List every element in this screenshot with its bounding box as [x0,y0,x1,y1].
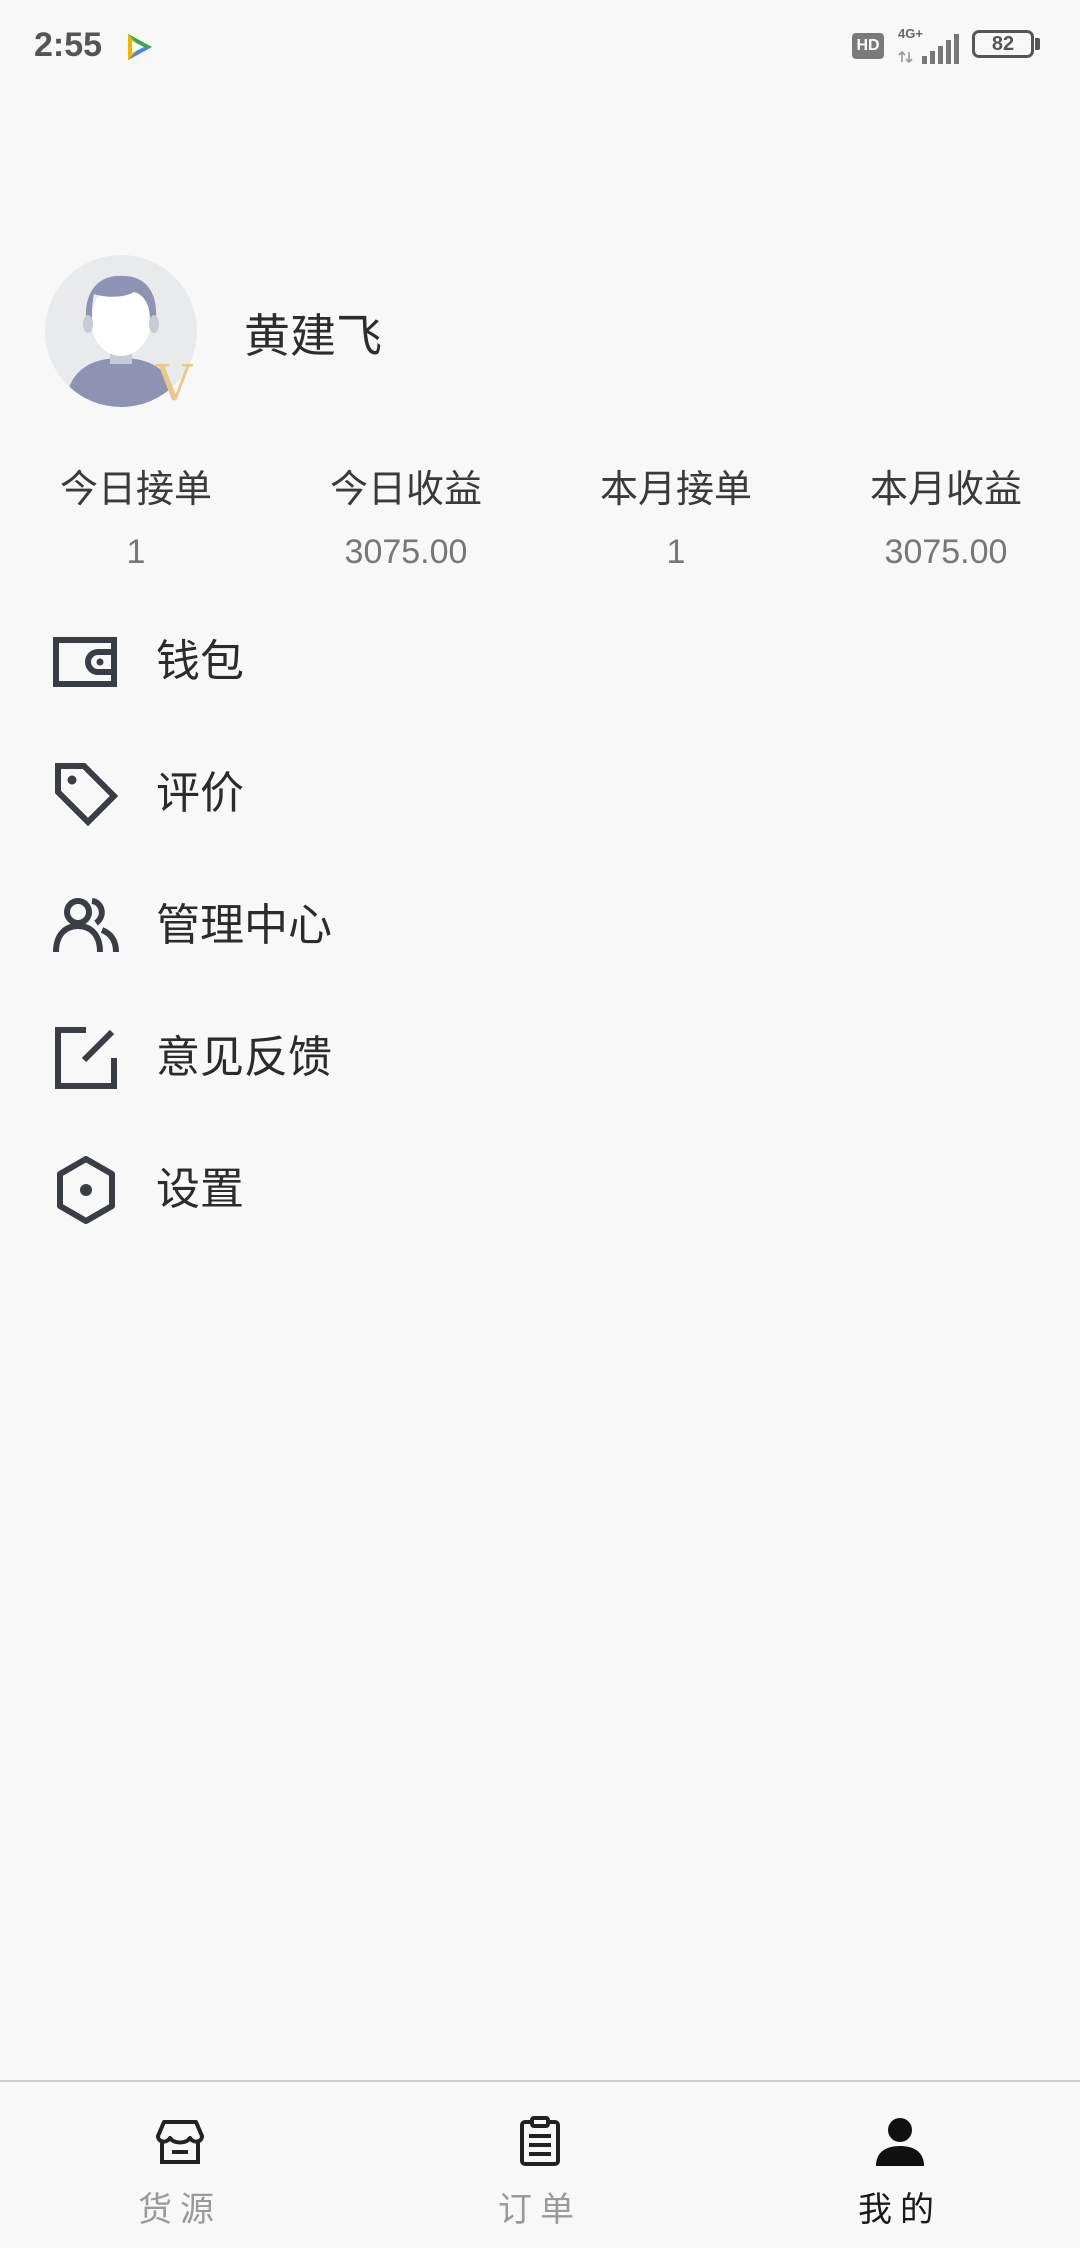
nav-tab-orders[interactable]: 订单 [440,2082,640,2248]
stat-value: 1 [126,533,146,571]
stat-label: 本月接单 [599,467,752,511]
person-icon [876,2118,924,2166]
nav-tab-label: 我的 [858,2190,942,2230]
nav-tab-label: 货源 [138,2190,222,2230]
stat-label: 本月收益 [869,467,1022,511]
nav-tab-goods[interactable]: 货源 [80,2082,280,2248]
status-time: 2:55 [34,26,103,64]
menu-item-feedback[interactable]: 意见反馈 [0,990,1080,1122]
menu-item-management-center[interactable]: 管理中心 [0,858,1080,990]
clipboard-icon [520,2116,560,2166]
stat-value: 3075.00 [344,533,468,571]
menu-item-label: 管理中心 [156,900,332,951]
hd-icon: HD [852,33,884,59]
stat-today-orders[interactable]: 今日接单 1 [26,462,246,574]
video-app-icon [128,34,152,60]
bottom-nav: 货源 订单 我的 [0,2080,1080,2248]
users-icon [53,898,119,953]
store-icon [156,2120,204,2164]
edit-icon [55,1027,117,1089]
network-type-label: 4G+ [898,26,923,41]
stat-value: 1 [666,533,686,571]
signal-icon: 4G+ [898,26,959,64]
battery-tip [1035,38,1040,50]
menu-item-wallet[interactable]: 钱包 [0,594,1080,726]
menu-item-settings[interactable]: 设置 [0,1122,1080,1254]
status-bar: 2:55 HD 4G+ 82 [0,0,1080,96]
stat-label: 今日收益 [329,467,482,511]
menu-item-label: 钱包 [156,636,244,687]
battery-level: 82 [972,30,1034,58]
menu-item-label: 意见反馈 [156,1032,332,1083]
avatar-badge: V [155,354,193,408]
menu-item-reviews[interactable]: 评价 [0,726,1080,858]
wallet-icon [53,637,117,687]
battery-icon: 82 [972,30,1040,62]
stat-month-earnings[interactable]: 本月收益 3075.00 [836,462,1056,574]
menu-item-label: 评价 [156,768,244,819]
stats-row: 今日接单 1 今日收益 3075.00 本月接单 1 本月收益 3075.00 [0,462,1080,582]
avatar[interactable]: V [44,254,198,408]
profile-name: 黄建飞 [244,309,382,363]
stat-label: 今日接单 [59,467,212,511]
stat-month-orders[interactable]: 本月接单 1 [566,462,786,574]
stat-today-earnings[interactable]: 今日收益 3075.00 [296,462,516,574]
menu-item-label: 设置 [156,1164,244,1215]
nav-tab-label: 订单 [498,2190,582,2230]
tag-icon [55,763,119,827]
profile-screen: 2:55 HD 4G+ 82 V 黄建飞 今日接单 1 今日收益 3075.00… [0,0,1080,2248]
settings-hexagon-icon [57,1156,115,1224]
nav-tab-mine[interactable]: 我的 [800,2082,1000,2248]
stat-value: 3075.00 [884,533,1008,571]
